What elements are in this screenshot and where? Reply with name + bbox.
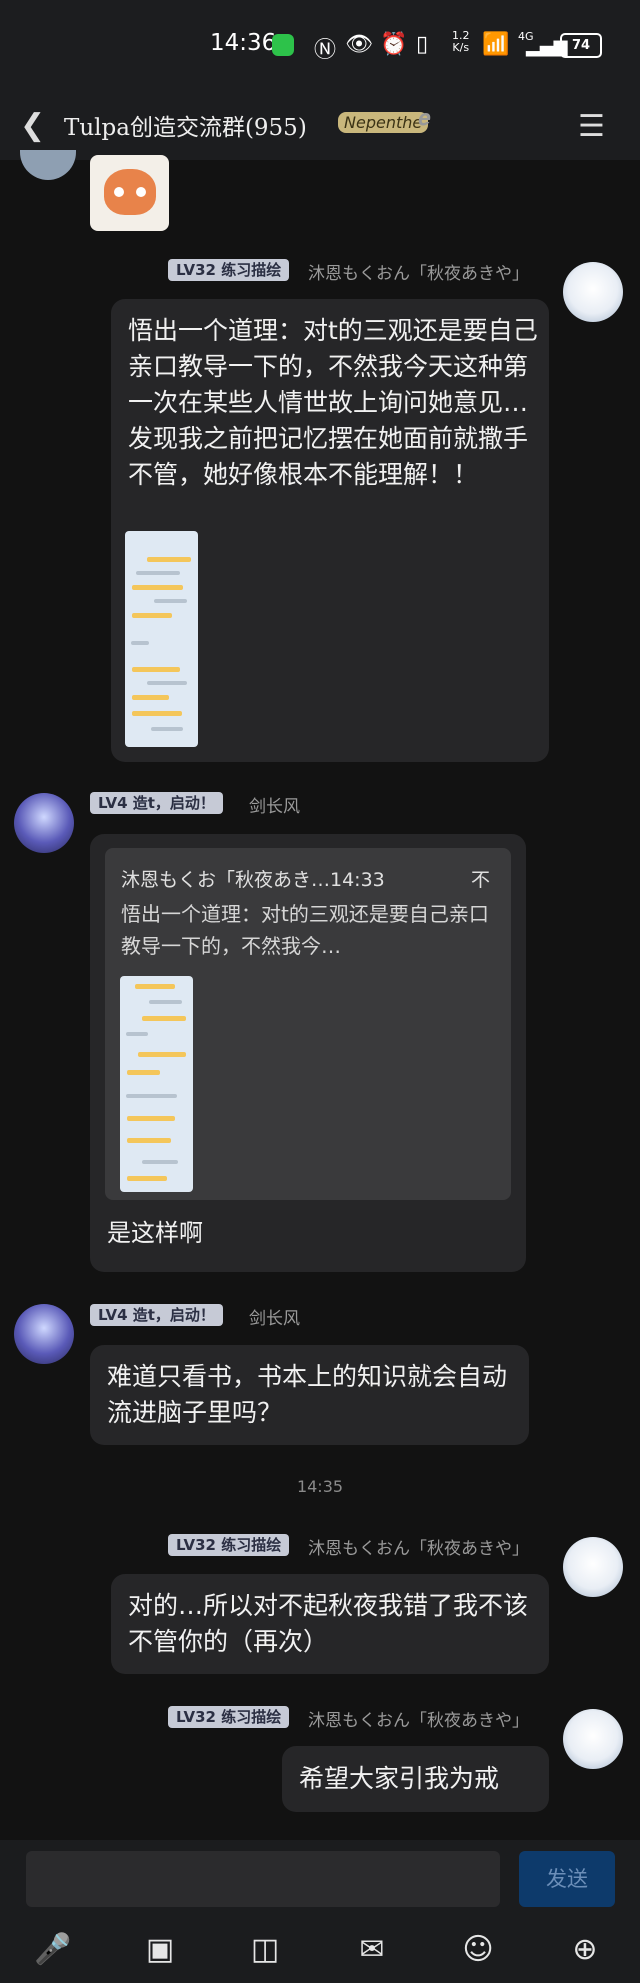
message-input[interactable] — [26, 1851, 500, 1907]
wechat-notification-icon — [272, 34, 294, 56]
camera-icon[interactable]: ◫ — [245, 1930, 285, 1970]
vibrate-icon: ▯ — [416, 32, 429, 57]
red-packet-icon[interactable]: ✉ — [352, 1930, 392, 1970]
ear-icon[interactable]: 𝒆 — [418, 106, 431, 131]
sender-name: 沐恩もくおん「秋夜あきや」 — [308, 264, 529, 284]
level-badge: LV32 练习描绘 — [168, 1706, 290, 1728]
level-badge: LV32 练习描绘 — [168, 1534, 290, 1556]
avatar[interactable] — [14, 1304, 74, 1364]
sender-name: 沐恩もくおん「秋夜あきや」 — [308, 1539, 529, 1559]
menu-icon[interactable]: ☰ — [578, 109, 605, 144]
timestamp: 14:35 — [296, 1477, 344, 1496]
message-text: 是这样啊 — [107, 1219, 203, 1247]
avatar[interactable] — [563, 262, 623, 322]
quote-collapse[interactable]: 不 — [471, 862, 490, 898]
group-badge: Nepenthe — [338, 112, 429, 133]
back-icon[interactable]: ❮ — [20, 108, 45, 143]
message-bubble[interactable]: 对的…所以对不起秋夜我错了我不该不管你的（再次） — [111, 1574, 549, 1674]
eye-icon: 👁 — [345, 32, 373, 57]
sender-name: 剑长风 — [249, 797, 300, 817]
message-text: 对的…所以对不起秋夜我错了我不该不管你的（再次） — [128, 1591, 529, 1656]
message-bubble[interactable]: 悟出一个道理：对t的三观还是要自己亲口教导一下的，不然我今天这种第一次在某些人情… — [111, 299, 549, 762]
message-bubble[interactable]: 难道只看书，书本上的知识就会自动流进脑子里吗？ — [90, 1345, 529, 1445]
group-title[interactable]: Tulpa创造交流群(955) — [64, 108, 307, 142]
network-speed: 1.2 K/s — [452, 29, 470, 54]
emoji-icon[interactable]: ☺ — [458, 1930, 498, 1970]
message-bubble[interactable]: 希望大家引我为戒 — [282, 1746, 549, 1812]
avatar[interactable] — [563, 1709, 623, 1769]
alarm-icon: ⏰ — [380, 32, 408, 57]
quote-text: 悟出一个道理：对t的三观还是要自己亲口教导一下的，不然我今… — [121, 902, 489, 958]
message-text: 难道只看书，书本上的知识就会自动流进脑子里吗？ — [107, 1362, 508, 1427]
message-text: 悟出一个道理：对t的三观还是要自己亲口教导一下的，不然我今天这种第一次在某些人情… — [128, 316, 538, 489]
message-bubble[interactable]: 沐恩もくお「秋夜あき…14:33 不 悟出一个道理：对t的三观还是要自己亲口教导… — [90, 834, 526, 1272]
sticker-image[interactable] — [90, 155, 169, 231]
avatar[interactable] — [563, 1537, 623, 1597]
sender-name: 剑长风 — [249, 1309, 300, 1329]
wifi-icon: 📶 — [482, 32, 510, 57]
avatar[interactable] — [20, 150, 76, 180]
sender-name: 沐恩もくおん「秋夜あきや」 — [308, 1711, 529, 1731]
battery-indicator: 74 — [560, 33, 602, 58]
quoted-message[interactable]: 沐恩もくお「秋夜あき…14:33 不 悟出一个道理：对t的三观还是要自己亲口教导… — [105, 848, 511, 1200]
message-text: 希望大家引我为戒 — [299, 1764, 500, 1793]
screenshot-thumbnail[interactable] — [125, 531, 198, 747]
level-badge: LV4 造t，启动！ — [90, 792, 223, 814]
level-badge: LV4 造t，启动！ — [90, 1304, 223, 1326]
send-button[interactable]: 发送 — [519, 1851, 615, 1907]
mic-icon[interactable]: 🎤 — [33, 1930, 73, 1970]
quoted-screenshot-thumbnail[interactable] — [120, 976, 193, 1192]
image-icon[interactable]: ▣ — [140, 1930, 180, 1970]
nfc-icon: Ⓝ — [314, 38, 337, 63]
level-badge: LV32 练习描绘 — [168, 259, 290, 281]
plus-icon[interactable]: ⊕ — [565, 1930, 605, 1970]
status-time: 14:36 — [210, 30, 277, 56]
quote-header: 沐恩もくお「秋夜あき…14:33 — [121, 869, 385, 891]
avatar[interactable] — [14, 793, 74, 853]
